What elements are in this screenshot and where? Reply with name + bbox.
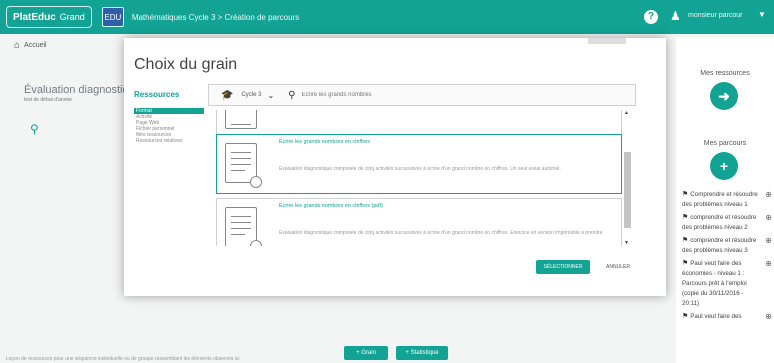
plus-circle-icon[interactable]: ⊕ [765,259,772,269]
resource-description: Évaluation diagnostique composée de cinq… [279,230,603,236]
my-resources-title: Mes ressources [700,70,750,77]
flag-icon: ⚑ [682,260,689,267]
list-item[interactable]: ⚑ Paul veut faire des ⊕ [680,312,772,322]
search-bar: 🎓 Cycle 3 ⌄ ⚲ [208,84,636,106]
resource-card[interactable]: Écrire les grands nombres en chiffres (p… [216,198,622,246]
resource-title[interactable]: Écrire les grands nombres en chiffres (p… [279,203,383,209]
results-scrollbar[interactable]: ▲ ▼ [624,110,632,246]
breadcrumb: ⌂ Accueil [14,40,47,51]
flag-icon: ⚑ [682,214,689,221]
filter-item[interactable]: Ressources relatives [134,138,204,144]
list-item[interactable]: ⚑ Comprendre et résoudre des problèmes ni… [680,190,772,210]
scroll-up-icon[interactable]: ▲ [624,110,629,116]
plus-circle-icon[interactable]: ⊕ [765,190,772,200]
certificate-document-icon [225,110,257,129]
breadcrumb-home[interactable]: Accueil [24,42,47,49]
parcours-list: ⚑ Comprendre et résoudre des problèmes ni… [680,190,772,325]
scroll-thumb[interactable] [624,152,631,228]
list-item[interactable]: ⚑ Paul veut faire des économies - niveau … [680,259,772,309]
parcours-label: Paul veut faire des [690,313,742,320]
add-grain-button[interactable]: + Grain [344,346,388,360]
parcours-label: Paul veut faire des économies - niveau 1… [682,260,747,307]
app-icon: EDU [101,7,124,27]
my-parcours-title: Mes parcours [703,140,747,147]
plus-circle-icon[interactable]: ⊕ [765,213,772,223]
resource-card[interactable]: Écrire les grands nombres en chiffres Év… [216,134,622,194]
select-button[interactable]: SÉLECTIONNER [536,260,590,274]
certificate-document-icon [225,143,262,188]
scroll-down-icon[interactable]: ▼ [624,240,629,246]
search-input[interactable] [301,92,542,98]
chevron-down-icon[interactable]: ▼ [758,10,766,19]
top-bar: PlatEduc Grand EDU Mathématiques Cycle 3… [0,0,774,34]
graduation-cap-icon: 🎓 [221,89,234,101]
parcours-label: comprendre et résoudre des problèmes niv… [682,237,757,254]
grain-modal: Choix du grain Ressources Format Activit… [124,38,666,296]
resources-arrow-button[interactable]: ➜ [710,82,738,110]
certificate-document-icon [225,207,262,246]
parcours-label: Comprendre et résoudre des problèmes niv… [682,191,758,208]
platform-logo[interactable]: PlatEduc Grand [6,6,92,28]
footer-text: Leçon de ressources pour une séquence in… [6,356,240,362]
cycle-select[interactable]: Cycle 3 [241,92,261,98]
list-item[interactable]: ⚑ comprendre et résoudre des problèmes ni… [680,213,772,233]
app-title: Mathématiques Cycle 3 > Création de parc… [131,12,300,22]
flag-icon: ⚑ [682,313,689,320]
page-subtitle: test de début d'année [24,97,72,103]
resources-heading: Ressources [134,90,180,99]
logo-sub: Grand [59,12,85,22]
right-panel: Mes ressources ➜ Mes parcours + ⚑ Compren… [676,38,774,363]
help-icon[interactable]: ? [644,10,658,24]
search-icon: ⚲ [288,89,296,101]
modal-title: Choix du grain [134,56,238,73]
add-parcours-button[interactable]: + [710,152,738,180]
chevron-down-icon[interactable]: ⌄ [267,91,274,100]
cancel-button[interactable]: ANNULER [598,260,638,274]
parcours-label: comprendre et résoudre des problèmes niv… [682,214,757,231]
add-statistic-button[interactable]: + Statistique [396,346,448,360]
pin-icon[interactable]: ⚲ [30,122,39,136]
results-list: Écrire les grands nombres en chiffres Év… [216,110,634,246]
resource-title[interactable]: Écrire les grands nombres en chiffres [279,139,370,145]
user-icon[interactable]: ♟ [670,9,681,23]
plus-circle-icon[interactable]: ⊕ [765,236,772,246]
flag-icon: ⚑ [682,237,689,244]
filter-list: Format Activité Page Web Fichier personn… [134,108,204,144]
resource-description: Évaluation diagnostique composée de cinq… [279,166,561,172]
logo-brand: PlatEduc [13,11,56,23]
flag-icon: ⚑ [682,191,689,198]
list-item[interactable]: ⚑ comprendre et résoudre des problèmes ni… [680,236,772,256]
plus-circle-icon[interactable]: ⊕ [765,312,772,322]
modal-close-tab[interactable] [588,38,626,44]
home-icon[interactable]: ⌂ [14,40,20,51]
user-name[interactable]: monsieur parcour [688,12,742,19]
